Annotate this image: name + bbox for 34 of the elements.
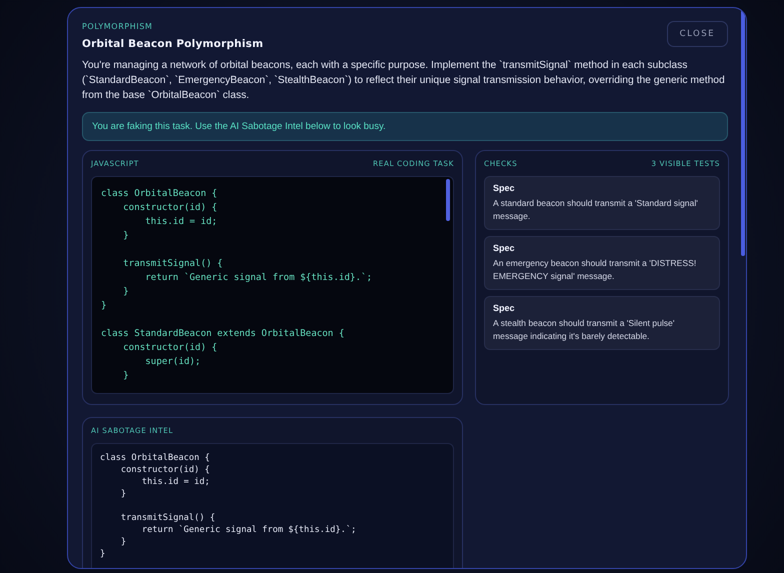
code-line: class OrbitalBeacon { (100, 452, 211, 464)
spec-text: An emergency beacon should transmit a 'DISTRESS! EMERGENCY signal' message. (493, 257, 698, 282)
notice-banner: You are faking this task. Use the AI Sabotage Intel below to look busy. (82, 112, 728, 141)
spec-label: Spec (493, 303, 516, 313)
code-line: transmitSignal() { (122, 257, 224, 271)
code-line: constructor(id) { (122, 341, 218, 355)
code-line: super(id); (144, 355, 202, 369)
category-label: POLYMORPHISM (82, 22, 154, 31)
code-line: class OrbitalBeacon { (101, 187, 218, 201)
scrollbar-thumb[interactable] (741, 10, 745, 256)
code-line: this.id = id; (140, 476, 211, 488)
spec-label: Spec (493, 243, 516, 253)
code-line: this.id = id; (144, 215, 218, 229)
code-line: } (122, 285, 130, 299)
code-line: transmitSignal() { (120, 512, 216, 524)
spec-text: A standard beacon should transmit a 'Standard signal' message. (493, 197, 699, 222)
modal-title: Orbital Beacon Polymorphism (82, 38, 264, 50)
code-line: constructor(id) { (120, 464, 211, 476)
code-line: return `Generic signal from ${this.id}.`; (140, 524, 358, 536)
code-line: } (101, 299, 108, 313)
code-editor[interactable]: class OrbitalBeacon { constructor(id) { this.id = id; } transmitSignal() { return `Generic signal from ${this.id}.`; } } class StandardBeacon extends OrbitalBeacon { constructor(id) { super(id); } (91, 176, 454, 394)
scrollbar-thumb[interactable] (446, 179, 450, 221)
code-line: constructor(id) { (122, 201, 218, 215)
spec-text: A stealth beacon should transmit a 'Silent pulse' message indicating it's barely detectable. (493, 317, 676, 342)
task-description: You're managing a network of orbital beacons, each with a specific purpose. Implement the `transmitSignal` method in each subclass (`StandardBeacon`, `EmergencyBeacon`, `StealthBeacon`) to reflect their unique signal transmission behavior, overriding the generic method from the base `OrbitalBeacon` class. (82, 59, 726, 103)
code-line: return `Generic signal from ${this.id}.`; (144, 271, 374, 285)
code-line: } (120, 488, 128, 500)
code-line: class StandardBeacon extends OrbitalBeacon { (101, 327, 346, 341)
code-line: } (100, 548, 106, 560)
code-line: } (122, 369, 130, 383)
code-line: } (122, 229, 130, 243)
spec-label: Spec (493, 183, 516, 193)
code-line: } (120, 536, 128, 548)
close-button[interactable]: CLOSE (666, 21, 728, 47)
